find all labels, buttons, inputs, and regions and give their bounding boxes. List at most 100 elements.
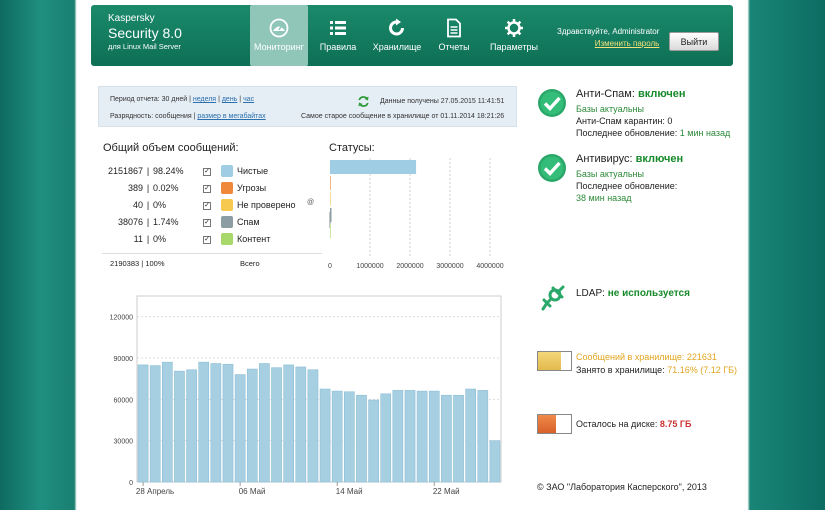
antivirus-update-value: 38 мин назад [576, 192, 632, 203]
tab-monitoring-label: Мониторинг [254, 42, 304, 52]
daily-bar [441, 394, 452, 483]
x-tick-label: 14 Май [336, 487, 363, 496]
tab-settings[interactable]: Параметры [482, 5, 546, 66]
antivirus-update-label: Последнее обновление: [576, 180, 678, 191]
daily-bar [198, 361, 210, 483]
daily-bar [331, 390, 343, 483]
message-count: 11 [133, 233, 143, 244]
settings-icon [505, 19, 523, 37]
total-divider [102, 253, 322, 254]
message-percent: 0.02% [153, 182, 179, 193]
daily-messages-chart: 0 30000 60000 90000 120000 28 Апрель 06 Май 14 … [110, 295, 502, 496]
tab-settings-label: Параметры [490, 42, 538, 52]
tab-storage[interactable]: Хранилище [368, 5, 426, 66]
total-label: Всего [240, 259, 260, 268]
daily-bar [307, 369, 319, 483]
daily-bar [368, 399, 379, 483]
refresh-icon[interactable] [357, 95, 370, 108]
daily-bar [271, 367, 282, 483]
category-color-swatch [217, 179, 237, 196]
daily-bar [234, 374, 246, 483]
daily-bar [259, 363, 270, 483]
status-bar [330, 224, 331, 238]
daily-bar [246, 368, 258, 483]
data-received-text: Данные получены 27.05.2015 11:41:51 [380, 98, 505, 105]
granularity-selector: Разрядность: сообщения | размер в мегаба… [110, 113, 266, 120]
tab-reports[interactable]: Отчеты [426, 5, 482, 66]
column-separator: | [146, 233, 150, 244]
x-tick-label: 0 [328, 263, 332, 270]
antispam-update-label: Последнее обновление: [576, 127, 678, 138]
disk-free-fill [538, 415, 557, 433]
check-icon [538, 154, 566, 182]
storage-icon [389, 18, 404, 36]
change-password-link[interactable]: Изменить пароль [595, 39, 660, 48]
category-checkbox[interactable]: ✓ [203, 162, 217, 179]
storage-used-value: 71.16% (7.12 ГБ) [667, 364, 738, 375]
volume-row: 11 | 0% ✓ Контент [100, 230, 296, 247]
daily-bar [380, 393, 392, 483]
storage-usage-fill [538, 352, 562, 370]
antispam-title: Анти-Спам: [576, 88, 635, 100]
period-hour-link[interactable]: час [243, 96, 254, 103]
y-tick-label: 90000 [114, 356, 134, 363]
help-icon[interactable]: @ [307, 199, 314, 206]
daily-bar [162, 361, 173, 483]
antivirus-state: включен [635, 153, 684, 165]
message-percent: 98.24% [153, 165, 184, 176]
check-icon [538, 89, 566, 117]
message-count: 2151867 [107, 165, 143, 176]
x-tick-label: 3000000 [436, 263, 463, 270]
tab-rules-label: Правила [319, 42, 357, 52]
message-count: 38076 [117, 216, 143, 227]
storage-used-label: Занято в хранилище: [576, 364, 665, 375]
category-color-swatch [217, 230, 237, 247]
volume-row: 389 | 0.02% ✓ Угрозы [100, 179, 296, 196]
daily-bar [222, 363, 234, 483]
category-checkbox[interactable]: ✓ [203, 230, 217, 247]
daily-bar [404, 390, 416, 483]
column-separator: | [146, 182, 150, 193]
period-day-link[interactable]: день [222, 96, 238, 103]
ldap-title: LDAP: [576, 288, 605, 299]
storage-usage-bar [537, 351, 572, 371]
message-count: 389 [127, 182, 143, 193]
x-tick-label: 2000000 [396, 263, 423, 270]
column-separator: | [146, 216, 150, 227]
copyright-footer: © ЗАО "Лаборатория Касперского", 2013 [537, 482, 707, 492]
daily-bar [186, 369, 197, 483]
reports-icon [447, 18, 461, 38]
daily-bar [295, 366, 307, 483]
period-label: Период отчета: 30 дней | [110, 96, 191, 103]
antispam-state: включен [637, 88, 686, 100]
total-count: 2190383 | 100% [110, 259, 165, 268]
daily-bar [453, 394, 464, 483]
x-tick-label: 1000000 [356, 263, 383, 270]
category-label: Не проверено [237, 199, 296, 210]
antispam-status: Анти-Спам: включен Базы актуальны Анти-С… [576, 87, 730, 139]
period-separator: | [218, 96, 220, 103]
category-checkbox[interactable]: ✓ [203, 213, 217, 230]
tab-rules[interactable]: Правила [308, 5, 368, 66]
category-checkbox[interactable]: ✓ [203, 179, 217, 196]
y-tick-label: 30000 [114, 439, 134, 446]
y-tick-label: 120000 [110, 315, 133, 322]
category-checkbox[interactable]: ✓ [203, 196, 217, 213]
greeting-text: Здравствуйте, Administrator [557, 27, 660, 36]
antivirus-bases-text: Базы актуальны [576, 169, 644, 180]
oldest-message-text: Самое старое сообщение в хранилище от 01… [301, 113, 505, 120]
size-megabytes-link[interactable]: размер в мегабайтах [197, 113, 265, 120]
category-label: Угрозы [237, 182, 267, 193]
period-week-link[interactable]: неделя [193, 96, 216, 103]
column-separator: | [146, 199, 150, 210]
x-tick-label: 06 Май [239, 487, 266, 496]
tab-monitoring[interactable]: Мониторинг [250, 5, 308, 66]
category-color-swatch [217, 162, 237, 179]
daily-bar [428, 390, 440, 483]
ldap-plug-icon [541, 285, 565, 311]
message-percent: 0% [153, 199, 167, 210]
daily-bar [319, 388, 331, 483]
antispam-bases-text: Базы актуальны [576, 104, 644, 115]
daily-bar [356, 394, 367, 483]
logout-button[interactable]: Выйти [669, 32, 719, 51]
